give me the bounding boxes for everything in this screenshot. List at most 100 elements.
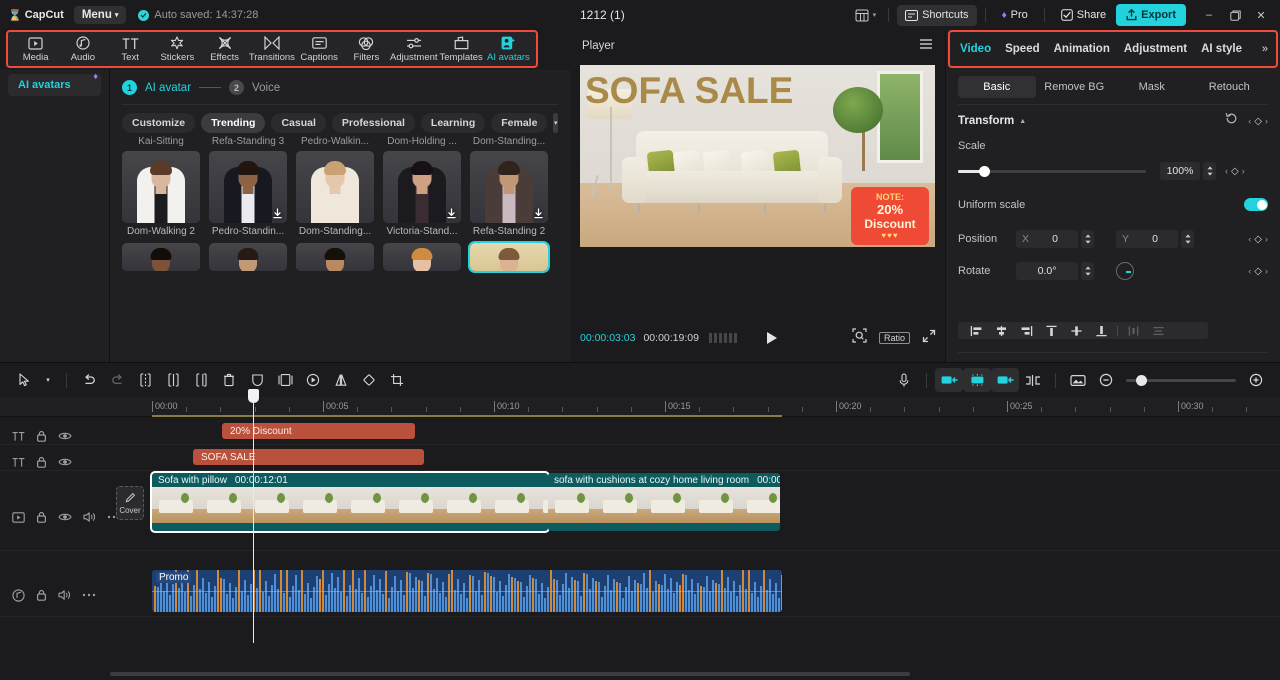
position-x-field[interactable]: X 0	[1016, 230, 1078, 248]
distribute-vertical-icon[interactable]	[1146, 322, 1171, 339]
eye-icon[interactable]	[58, 431, 72, 441]
step-1-label[interactable]: AI avatar	[145, 82, 191, 94]
layout-chevron-down-icon[interactable]: ▾	[873, 11, 877, 19]
export-button[interactable]: Export	[1116, 4, 1186, 26]
avatar-thumbnail[interactable]	[296, 243, 374, 271]
shortcuts-button[interactable]: Shortcuts	[897, 4, 977, 26]
tool-tab-adjustment[interactable]: Adjustment	[390, 32, 438, 66]
properties-tab-ai-style[interactable]: AI style	[1201, 43, 1242, 55]
properties-tab-video[interactable]: Video	[960, 43, 991, 55]
rotate-stepper[interactable]	[1081, 262, 1094, 280]
layout-grid-icon[interactable]	[850, 4, 874, 26]
tool-tab-effects[interactable]: Effects	[201, 32, 248, 66]
avatar-thumbnail[interactable]	[470, 151, 548, 223]
avatar-thumbnail[interactable]	[296, 151, 374, 223]
fit-zoom-icon[interactable]	[852, 328, 867, 348]
more-icon[interactable]	[82, 593, 96, 597]
scale-value[interactable]: 100%	[1160, 162, 1200, 180]
volume-icon[interactable]	[83, 511, 96, 523]
lock-icon[interactable]	[36, 511, 47, 523]
video-subtab-basic[interactable]: Basic	[958, 76, 1036, 98]
category-chip-trending[interactable]: Trending	[201, 113, 266, 133]
align-bottom-icon[interactable]	[1089, 322, 1114, 339]
audio-track-icon[interactable]	[12, 588, 25, 602]
trim-left-icon[interactable]	[159, 368, 187, 392]
crop-icon[interactable]	[383, 368, 411, 392]
tool-tab-ai-avatars[interactable]: AI avatars	[485, 32, 532, 66]
rotate-value[interactable]: 0.0°	[1016, 262, 1078, 280]
ratio-button[interactable]: Ratio	[878, 332, 910, 344]
zoom-slider[interactable]	[1126, 374, 1236, 386]
lock-icon[interactable]	[36, 430, 47, 442]
position-y-stepper[interactable]	[1181, 230, 1194, 248]
scale-stepper[interactable]	[1203, 162, 1216, 180]
eye-icon[interactable]	[58, 512, 72, 522]
timeline-ruler[interactable]: 00:00 00:05 00:10 00:15 00:20 00:25 00:30	[0, 397, 1280, 417]
avatar-thumbnail[interactable]	[209, 151, 287, 223]
menu-button[interactable]: Menu ▾	[73, 6, 127, 24]
tool-tab-media[interactable]: Media	[12, 32, 59, 66]
auto-captions-icon[interactable]	[935, 368, 963, 392]
keyframe-diamond-icon[interactable]: ‹ ◇ ›	[1248, 116, 1268, 127]
category-chip-customize[interactable]: Customize	[122, 113, 196, 133]
scale-keyframe-icon[interactable]: ‹ ◇ ›	[1225, 166, 1245, 177]
preview-card-icon[interactable]	[1064, 368, 1092, 392]
distribute-horizontal-icon[interactable]	[1121, 322, 1146, 339]
video-subtab-remove-bg[interactable]: Remove BG	[1036, 76, 1114, 98]
rotate-keyframe-icon[interactable]: ‹ ◇ ›	[1248, 266, 1268, 277]
tool-tab-transitions[interactable]: Transitions	[248, 32, 295, 66]
rotate-icon[interactable]	[355, 368, 383, 392]
category-chip-female[interactable]: Female	[491, 113, 548, 133]
properties-tab-adjustment[interactable]: Adjustment	[1124, 43, 1187, 55]
tool-caret-icon[interactable]: ▾	[38, 368, 58, 392]
zoom-slider-knob[interactable]	[1136, 374, 1147, 386]
tool-tab-stickers[interactable]: Stickers	[154, 32, 201, 66]
marker-icon[interactable]	[991, 368, 1019, 392]
properties-tab-animation[interactable]: Animation	[1054, 43, 1110, 55]
crop-frame-icon[interactable]	[271, 368, 299, 392]
tool-tab-captions[interactable]: Captions	[296, 32, 343, 66]
fullscreen-icon[interactable]	[922, 329, 936, 348]
uniform-scale-toggle[interactable]	[1244, 198, 1268, 211]
position-y-field[interactable]: Y 0	[1116, 230, 1178, 248]
scale-slider-knob[interactable]	[979, 165, 991, 177]
share-button[interactable]: Share	[1053, 5, 1114, 26]
split-marker-icon[interactable]	[1019, 368, 1047, 392]
rotate-dial[interactable]	[1116, 262, 1134, 280]
video-clip[interactable]: Sofa with pillow 00:00:12:01	[150, 471, 550, 533]
chevron-up-icon[interactable]: ▲	[1019, 118, 1026, 125]
align-center-horizontal-icon[interactable]	[989, 322, 1014, 339]
video-clip[interactable]: sofa with cushions at cozy home living r…	[548, 473, 780, 531]
microphone-icon[interactable]	[890, 368, 918, 392]
lock-icon[interactable]	[36, 589, 47, 601]
video-subtab-mask[interactable]: Mask	[1113, 76, 1191, 98]
split-icon[interactable]	[131, 368, 159, 392]
download-icon[interactable]	[532, 207, 544, 219]
tool-tab-text[interactable]: Text	[107, 32, 154, 66]
align-middle-vertical-icon[interactable]	[1064, 322, 1089, 339]
align-right-icon[interactable]	[1014, 322, 1039, 339]
text-track-icon[interactable]	[12, 457, 25, 468]
align-left-icon[interactable]	[964, 322, 989, 339]
tool-tab-filters[interactable]: Filters	[343, 32, 390, 66]
text-clip[interactable]: SOFA SALE	[193, 449, 424, 465]
play-icon[interactable]	[765, 331, 778, 345]
tool-tab-templates[interactable]: Templates	[438, 32, 485, 66]
category-chip-professional[interactable]: Professional	[331, 113, 415, 133]
properties-tab-speed[interactable]: Speed	[1005, 43, 1040, 55]
playhead-handle[interactable]	[248, 389, 259, 403]
pro-button[interactable]: ♦ Pro	[994, 5, 1036, 26]
speed-icon[interactable]	[299, 368, 327, 392]
restore-button[interactable]	[1222, 3, 1248, 27]
video-track-icon[interactable]	[12, 511, 25, 523]
reset-icon[interactable]	[1225, 112, 1238, 130]
scale-slider[interactable]	[958, 165, 1146, 177]
video-subtab-retouch[interactable]: Retouch	[1191, 76, 1269, 98]
category-chip-learning[interactable]: Learning	[420, 113, 486, 133]
double-chevron-right-icon[interactable]: »	[1262, 43, 1268, 55]
hamburger-icon[interactable]	[919, 37, 933, 55]
zoom-out-icon[interactable]	[1092, 368, 1120, 392]
undo-icon[interactable]	[75, 368, 103, 392]
avatar-thumbnail[interactable]	[468, 241, 550, 273]
position-keyframe-icon[interactable]: ‹ ◇ ›	[1248, 234, 1268, 245]
